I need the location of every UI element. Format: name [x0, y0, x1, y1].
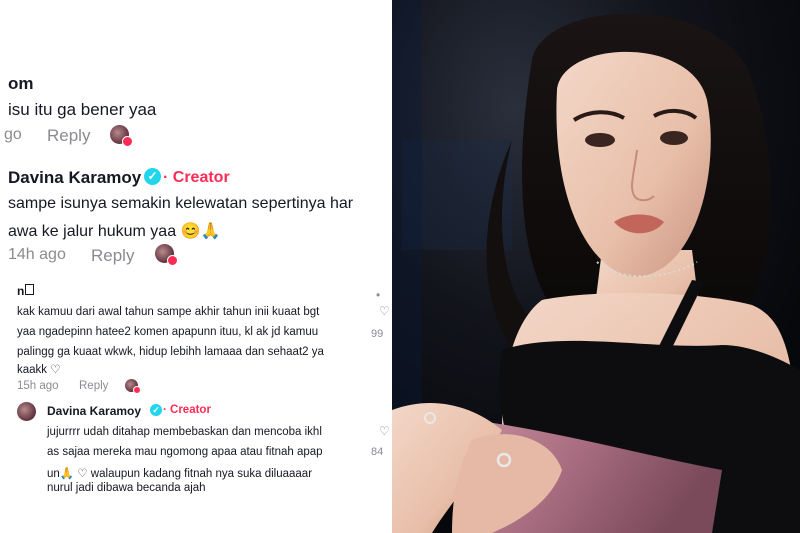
comment-author: om: [8, 74, 34, 93]
reply-text: nurul jadi dibawa becanda ajah: [47, 482, 206, 494]
verified-icon: ✓: [150, 404, 162, 416]
heart-badge-icon: [133, 386, 141, 394]
heart-badge-icon: [167, 255, 178, 266]
reply-button[interactable]: Reply: [47, 126, 90, 146]
heart-badge-icon: [122, 136, 133, 147]
comments-screenshot: om isu itu ga bener yaa go Reply Davina …: [0, 0, 392, 533]
comment-text: isu itu ga bener yaa: [8, 100, 157, 119]
portrait-illustration: [392, 0, 800, 533]
more-options-icon[interactable]: •: [376, 288, 380, 302]
author-avatar: [17, 402, 36, 421]
missing-glyph-icon: [25, 284, 35, 295]
creator-label: · Creator: [163, 169, 230, 186]
reply-text: un🙏 ♡ walaupun kadang fitnah nya suka di…: [47, 468, 313, 480]
verified-icon: ✓: [144, 168, 161, 185]
portrait-photo: [392, 0, 800, 533]
like-count: 84: [371, 446, 384, 458]
like-icon[interactable]: ♡: [379, 304, 390, 318]
reply-button[interactable]: Reply: [91, 246, 134, 266]
reply-text: awa ke jalur hukum yaa 😊🙏: [8, 223, 221, 240]
reply-text: as sajaa mereka mau ngomong apaa atau fi…: [47, 446, 323, 458]
comment-text: palingg ga kuaat wkwk, hidup lebihh lama…: [17, 346, 324, 358]
author-name: Davina Karamoy: [8, 168, 142, 187]
reply-author: Davina Karamoy: [47, 404, 142, 418]
eye-left: [585, 133, 615, 147]
like-icon[interactable]: ♡: [379, 424, 390, 438]
reply-text: sampe isunya semakin kelewatan sepertiny…: [8, 195, 354, 212]
comment-author: n: [17, 284, 35, 298]
reply-author: Davina Karamoy: [8, 168, 141, 188]
eye-right: [660, 131, 688, 145]
reply-button[interactable]: Reply: [79, 380, 108, 392]
reply-text: jujurrrr udah ditahap membebaskan dan me…: [47, 426, 322, 438]
comment-text: kaakk ♡: [17, 364, 61, 376]
like-count: 99: [371, 328, 384, 340]
comment-text: kak kamuu dari awal tahun sampe akhir ta…: [17, 306, 320, 318]
comment-time: 15h ago: [17, 380, 59, 392]
comment-time: go: [4, 126, 22, 143]
creator-label: · Creator: [163, 404, 211, 416]
reply-time: 14h ago: [8, 246, 66, 263]
comment-text: yaa ngadepinn hatee2 komen apapunn ituu,…: [17, 326, 319, 338]
